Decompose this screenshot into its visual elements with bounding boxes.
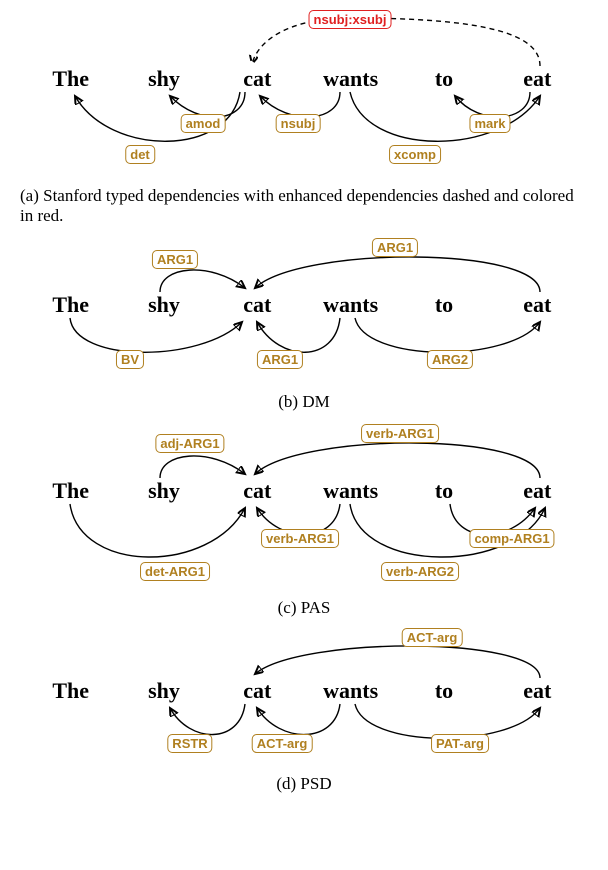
diagram-b-dm: ARG1 ARG1 The shy cat wants to eat BV AR… <box>20 236 588 412</box>
dep-label-pat-arg: PAT-arg <box>431 734 489 753</box>
arc-area-top-c: adj-ARG1 verb-ARG1 <box>20 422 588 478</box>
token-cat: cat <box>211 66 304 92</box>
dep-label-act-arg-t: ACT-arg <box>402 628 463 647</box>
token-the: The <box>24 478 117 504</box>
diagram-c-pas: adj-ARG1 verb-ARG1 The shy cat wants to … <box>20 422 588 618</box>
token-to: to <box>397 678 490 704</box>
arc-area-bot-a: amod nsubj mark det xcomp <box>20 92 588 182</box>
dep-label-nsubj-xsubj: nsubj:xsubj <box>309 10 392 29</box>
token-to: to <box>397 292 490 318</box>
token-shy: shy <box>117 292 210 318</box>
token-cat: cat <box>211 478 304 504</box>
dep-label-comp-arg1: comp-ARG1 <box>469 529 554 548</box>
words-row-a: The shy cat wants to eat <box>20 66 588 92</box>
words-row-d: The shy cat wants to eat <box>20 678 588 704</box>
token-shy: shy <box>117 478 210 504</box>
token-the: The <box>24 292 117 318</box>
diagram-a-stanford: nsubj:xsubj The shy cat wants to eat <box>20 10 588 226</box>
caption-a: (a) Stanford typed dependencies with enh… <box>20 186 588 226</box>
arc-area-bot-b: BV ARG1 ARG2 <box>20 318 588 388</box>
words-row-b: The shy cat wants to eat <box>20 292 588 318</box>
arc-area-top-b: ARG1 ARG1 <box>20 236 588 292</box>
token-wants: wants <box>304 292 397 318</box>
dep-label-rstr: RSTR <box>167 734 212 753</box>
dep-label-det-arg1: det-ARG1 <box>140 562 210 581</box>
dep-label-nsubj: nsubj <box>276 114 321 133</box>
token-wants: wants <box>304 478 397 504</box>
token-eat: eat <box>491 66 584 92</box>
dep-label-xcomp: xcomp <box>389 145 441 164</box>
dep-label-arg1-tl: ARG1 <box>152 250 198 269</box>
token-cat: cat <box>211 292 304 318</box>
dep-label-bv: BV <box>116 350 144 369</box>
caption-d: (d) PSD <box>20 774 588 794</box>
arc-area-bot-c: verb-ARG1 comp-ARG1 det-ARG1 verb-ARG2 <box>20 504 588 594</box>
token-to: to <box>397 66 490 92</box>
words-row-c: The shy cat wants to eat <box>20 478 588 504</box>
token-the: The <box>24 66 117 92</box>
caption-b: (b) DM <box>20 392 588 412</box>
token-shy: shy <box>117 66 210 92</box>
dep-label-act-arg-b: ACT-arg <box>252 734 313 753</box>
arc-area-bot-d: RSTR ACT-arg PAT-arg <box>20 704 588 770</box>
dep-label-mark: mark <box>469 114 510 133</box>
arc-area-top-a: nsubj:xsubj <box>20 10 588 66</box>
token-wants: wants <box>304 678 397 704</box>
token-shy: shy <box>117 678 210 704</box>
dep-label-arg1-tr: ARG1 <box>372 238 418 257</box>
dep-label-verb-arg1-b: verb-ARG1 <box>261 529 339 548</box>
token-cat: cat <box>211 678 304 704</box>
token-to: to <box>397 478 490 504</box>
token-wants: wants <box>304 66 397 92</box>
dep-label-arg2: ARG2 <box>427 350 473 369</box>
dep-label-verb-arg1-t: verb-ARG1 <box>361 424 439 443</box>
dep-label-det: det <box>125 145 155 164</box>
dep-label-adj-arg1: adj-ARG1 <box>155 434 224 453</box>
arc-area-top-d: ACT-arg <box>20 628 588 678</box>
token-the: The <box>24 678 117 704</box>
token-eat: eat <box>491 678 584 704</box>
dep-label-amod: amod <box>181 114 226 133</box>
caption-c: (c) PAS <box>20 598 588 618</box>
token-eat: eat <box>491 292 584 318</box>
token-eat: eat <box>491 478 584 504</box>
dep-label-verb-arg2: verb-ARG2 <box>381 562 459 581</box>
diagram-d-psd: ACT-arg The shy cat wants to eat RSTR AC… <box>20 628 588 794</box>
dep-label-arg1-b: ARG1 <box>257 350 303 369</box>
